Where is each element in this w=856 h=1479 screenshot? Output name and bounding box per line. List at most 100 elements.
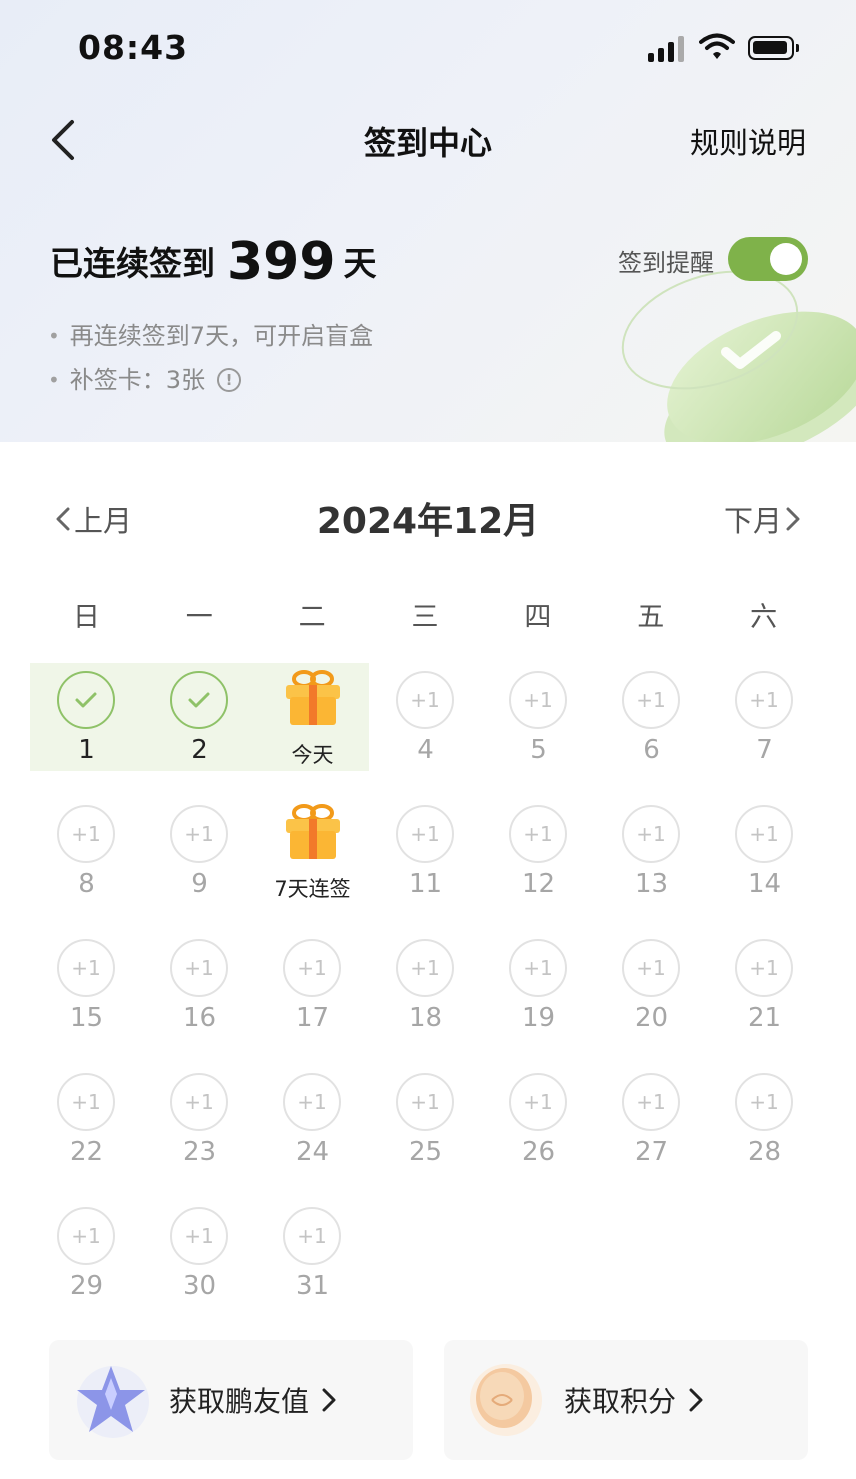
reward-badge: +1	[57, 939, 115, 997]
day-number: 20	[634, 1003, 669, 1033]
get-points-label: 获取积分	[564, 1385, 677, 1418]
day-cell[interactable]: 2	[143, 663, 256, 797]
day-cell[interactable]: +1 30	[143, 1199, 256, 1333]
weekday-thu: 四	[524, 602, 552, 633]
day-number: 4	[417, 735, 434, 765]
calendar-week: 1 2 今天 +1 4 +1 5 +1 6 +1 7	[30, 663, 822, 797]
reward-badge: +1	[622, 1073, 680, 1131]
day-cell[interactable]: +1 5	[482, 663, 595, 797]
weekday-header: 日 一 二 三 四 五 六	[30, 595, 820, 634]
weekday-tue: 二	[298, 602, 326, 633]
day-cell[interactable]: +1 26	[482, 1065, 595, 1199]
day-number: 17	[295, 1003, 330, 1033]
day-number: 5	[530, 735, 547, 765]
day-number: 7	[756, 735, 773, 765]
day-cell[interactable]: +1 19	[482, 931, 595, 1065]
streak7-label: 7天连签	[274, 877, 351, 901]
day-cell[interactable]: +1 23	[143, 1065, 256, 1199]
calendar-week: +1 15 +1 16 +1 17 +1 18 +1 19 +1 20 +1 2…	[30, 931, 822, 1065]
day-cell[interactable]: +1 4	[369, 663, 482, 797]
info-icon[interactable]: !	[217, 368, 242, 392]
next-month-button[interactable]: 下月	[724, 498, 804, 540]
reward-badge: +1	[283, 939, 341, 997]
tips-list: • 再连续签到7天，可开启盲盒 • 补签卡：3张 !	[48, 314, 373, 402]
day-cell[interactable]: +1 24	[256, 1065, 369, 1199]
signal-icon	[648, 34, 688, 62]
day-cell[interactable]: +1 8	[30, 797, 143, 931]
day-cell-today[interactable]: 今天	[256, 663, 369, 797]
day-cell-streak-reward[interactable]: 7天连签	[256, 797, 369, 931]
gift-icon	[286, 804, 340, 859]
star-icon	[77, 1366, 149, 1438]
day-cell[interactable]: +1 9	[143, 797, 256, 931]
reward-badge: +1	[283, 1207, 341, 1265]
wifi-icon	[699, 33, 735, 59]
remind-toggle[interactable]	[728, 237, 808, 281]
day-number: 19	[521, 1003, 556, 1033]
day-cell[interactable]: +1 29	[30, 1199, 143, 1333]
day-number: 8	[78, 869, 95, 899]
day-cell[interactable]: +1 12	[482, 797, 595, 931]
get-friend-value-card[interactable]: 获取鹏友值	[49, 1340, 413, 1460]
day-cell[interactable]: +1 16	[143, 931, 256, 1065]
day-cell[interactable]: +1 11	[369, 797, 482, 931]
reward-badge: +1	[57, 805, 115, 863]
day-cell[interactable]: +1 15	[30, 931, 143, 1065]
day-cell[interactable]: +1 31	[256, 1199, 369, 1333]
day-cell[interactable]: +1 27	[595, 1065, 708, 1199]
day-cell[interactable]: 1	[30, 663, 143, 797]
battery-icon	[748, 36, 799, 60]
streak-summary: 已连续签到 399 天	[50, 232, 377, 292]
status-time: 08:43	[78, 28, 189, 67]
day-cell[interactable]: +1 6	[595, 663, 708, 797]
day-cell[interactable]: +1 18	[369, 931, 482, 1065]
reward-badge: +1	[509, 805, 567, 863]
chevron-right-icon	[322, 1388, 336, 1412]
calendar-week: +1 22 +1 23 +1 24 +1 25 +1 26 +1 27 +1 2…	[30, 1065, 822, 1199]
day-number: 22	[69, 1137, 104, 1167]
day-number: 31	[295, 1271, 330, 1301]
makeup-card-count: 补签卡：3张	[69, 366, 206, 394]
reward-badge: +1	[396, 805, 454, 863]
day-cell[interactable]: +1 25	[369, 1065, 482, 1199]
reward-badge: +1	[396, 1073, 454, 1131]
reward-badge: +1	[396, 939, 454, 997]
day-cell[interactable]: +1 28	[708, 1065, 821, 1199]
nav-bar: 签到中心 规则说明	[0, 96, 856, 184]
weekday-sun: 日	[72, 602, 100, 633]
status-bar: 08:43	[0, 0, 856, 96]
reward-badge: +1	[57, 1207, 115, 1265]
reward-badge: +1	[170, 1207, 228, 1265]
day-number: 14	[747, 869, 782, 899]
day-cell[interactable]: +1 20	[595, 931, 708, 1065]
today-label: 今天	[291, 743, 334, 767]
header-area: 08:43 签到中心 规则说明 已连续签到 399 天 • 再连续签到7天，可开…	[0, 0, 856, 442]
day-cell[interactable]: +1 13	[595, 797, 708, 931]
get-points-card[interactable]: 获取积分	[444, 1340, 808, 1460]
reward-badge: +1	[170, 805, 228, 863]
list-item: • 补签卡：3张 !	[48, 358, 373, 402]
reward-badge: +1	[622, 805, 680, 863]
chevron-right-icon	[786, 507, 800, 531]
day-number: 6	[643, 735, 660, 765]
reward-badge: +1	[735, 939, 793, 997]
reward-badge: +1	[57, 1073, 115, 1131]
day-number: 1	[78, 735, 95, 765]
reward-badge: +1	[622, 939, 680, 997]
bullet-icon: •	[48, 368, 60, 392]
day-cell[interactable]: +1 17	[256, 931, 369, 1065]
weekday-wed: 三	[411, 602, 439, 633]
list-item: • 再连续签到7天，可开启盲盒	[48, 314, 373, 358]
day-cell[interactable]: +1 14	[708, 797, 821, 931]
day-cell[interactable]: +1 7	[708, 663, 821, 797]
day-cell[interactable]: +1 22	[30, 1065, 143, 1199]
coin-icon	[470, 1364, 542, 1436]
streak-suffix: 天	[343, 244, 377, 283]
rules-link[interactable]: 规则说明	[690, 120, 806, 162]
reward-badge: +1	[170, 1073, 228, 1131]
day-number: 28	[747, 1137, 782, 1167]
day-number: 23	[182, 1137, 217, 1167]
day-number: 16	[182, 1003, 217, 1033]
day-cell[interactable]: +1 21	[708, 931, 821, 1065]
streak-prefix: 已连续签到	[50, 244, 215, 283]
